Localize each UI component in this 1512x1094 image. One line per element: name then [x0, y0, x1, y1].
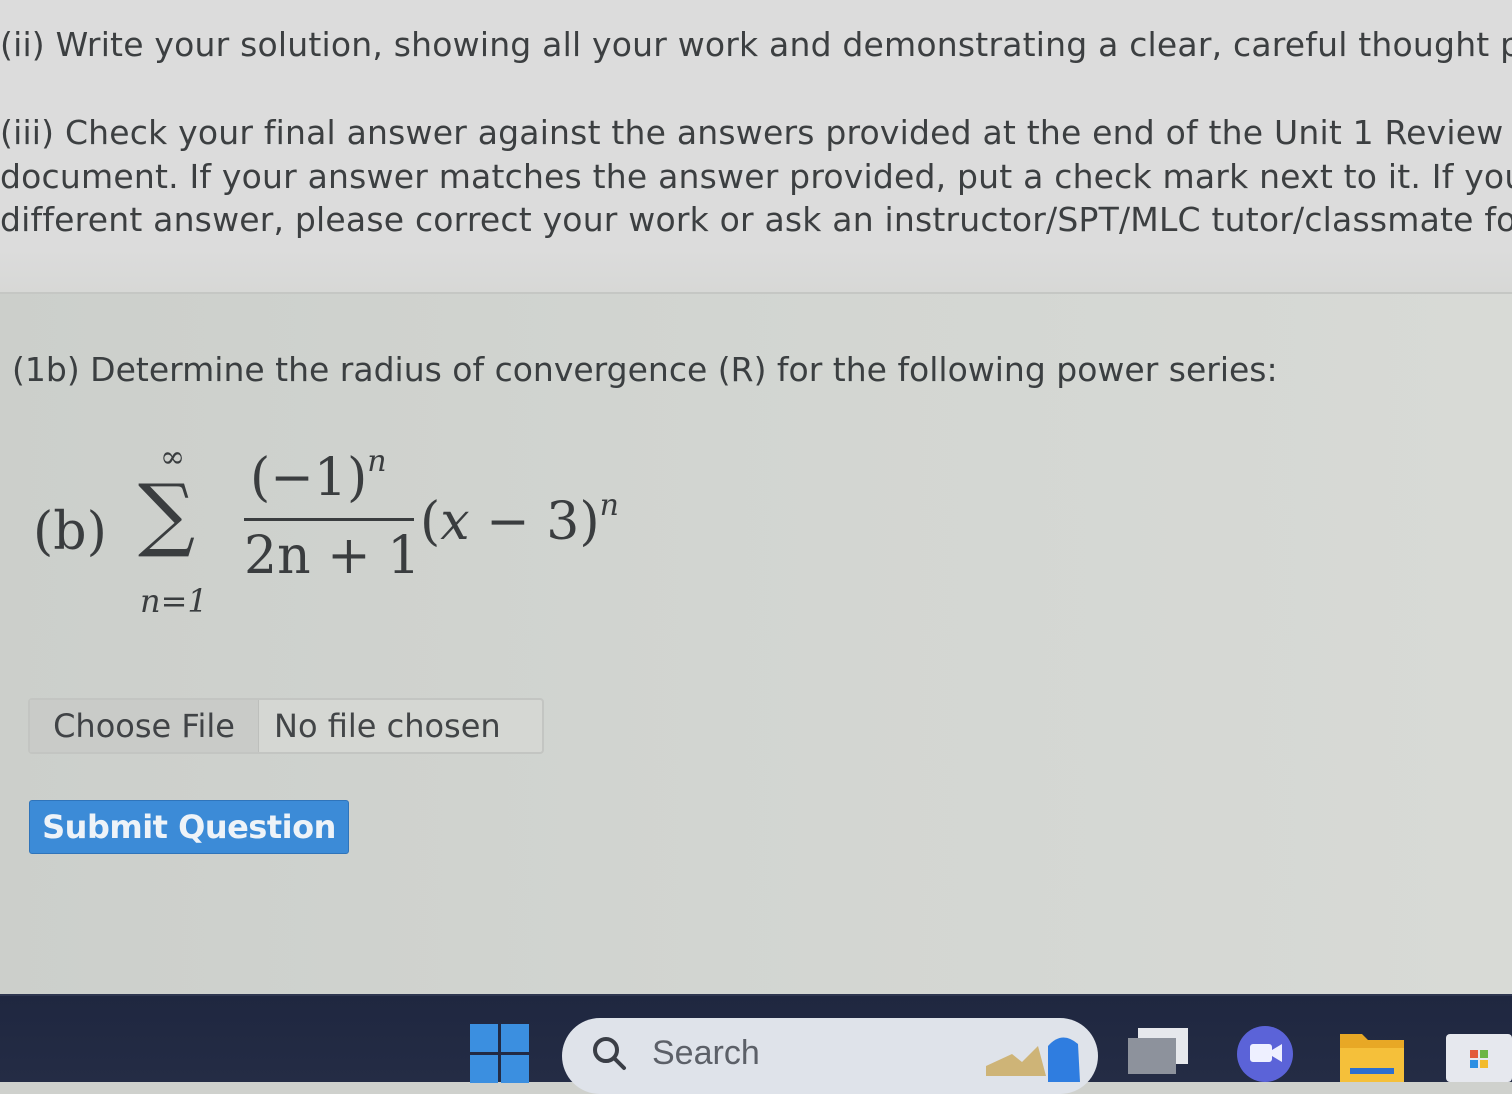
- file-explorer-icon[interactable]: [1340, 1028, 1404, 1082]
- factor-exponent: n: [599, 488, 619, 523]
- file-upload-input[interactable]: Choose File No file chosen: [28, 698, 544, 754]
- power-factor: (x − 3)n: [420, 488, 619, 552]
- part-label: (b): [33, 502, 107, 562]
- store-icon[interactable]: [1446, 1028, 1512, 1082]
- submit-question-button[interactable]: Submit Question: [29, 800, 349, 854]
- numerator-base: (−1): [250, 448, 368, 508]
- instruction-step-iii-line-2: document. If your answer matches the ans…: [0, 157, 1512, 196]
- fraction-numerator: (−1)n: [250, 444, 387, 508]
- fraction-denominator: 2n + 1: [244, 526, 421, 586]
- question-panel: (1b) Determine the radius of convergence…: [0, 294, 1512, 994]
- instruction-step-ii: (ii) Write your solution, showing all yo…: [0, 25, 1512, 64]
- power-series-expression: (b) ∞ ∑ n=1 (−1)n 2n + 1 (x − 3)n: [0, 434, 700, 634]
- summation-symbol: ∑: [138, 467, 196, 560]
- teams-meet-icon[interactable]: [1234, 1024, 1296, 1082]
- instruction-step-iii-line-1: (iii) Check your final answer against th…: [0, 113, 1512, 152]
- search-highlight-icon: [986, 1037, 1080, 1082]
- instruction-step-iii-line-3: different answer, please correct your wo…: [0, 200, 1512, 239]
- windows-start-icon[interactable]: [470, 1024, 530, 1084]
- choose-file-button[interactable]: Choose File: [30, 700, 259, 752]
- fraction-bar: [244, 518, 414, 521]
- taskbar: Search: [0, 994, 1512, 1094]
- question-title: (1b) Determine the radius of convergence…: [12, 350, 1278, 389]
- file-status-text: No file chosen: [274, 707, 501, 745]
- factor-variable: x: [440, 492, 470, 552]
- search-icon: [593, 1037, 626, 1070]
- sum-lower-limit: n=1: [140, 582, 208, 620]
- taskbar-search-box[interactable]: Search: [562, 1018, 1098, 1094]
- task-view-icon[interactable]: [1128, 1028, 1190, 1074]
- numerator-exponent: n: [367, 444, 387, 479]
- factor-open-paren: (: [420, 492, 441, 552]
- factor-rest: − 3): [469, 492, 600, 552]
- search-placeholder: Search: [652, 1034, 760, 1072]
- instructions-panel: (ii) Write your solution, showing all yo…: [0, 0, 1512, 292]
